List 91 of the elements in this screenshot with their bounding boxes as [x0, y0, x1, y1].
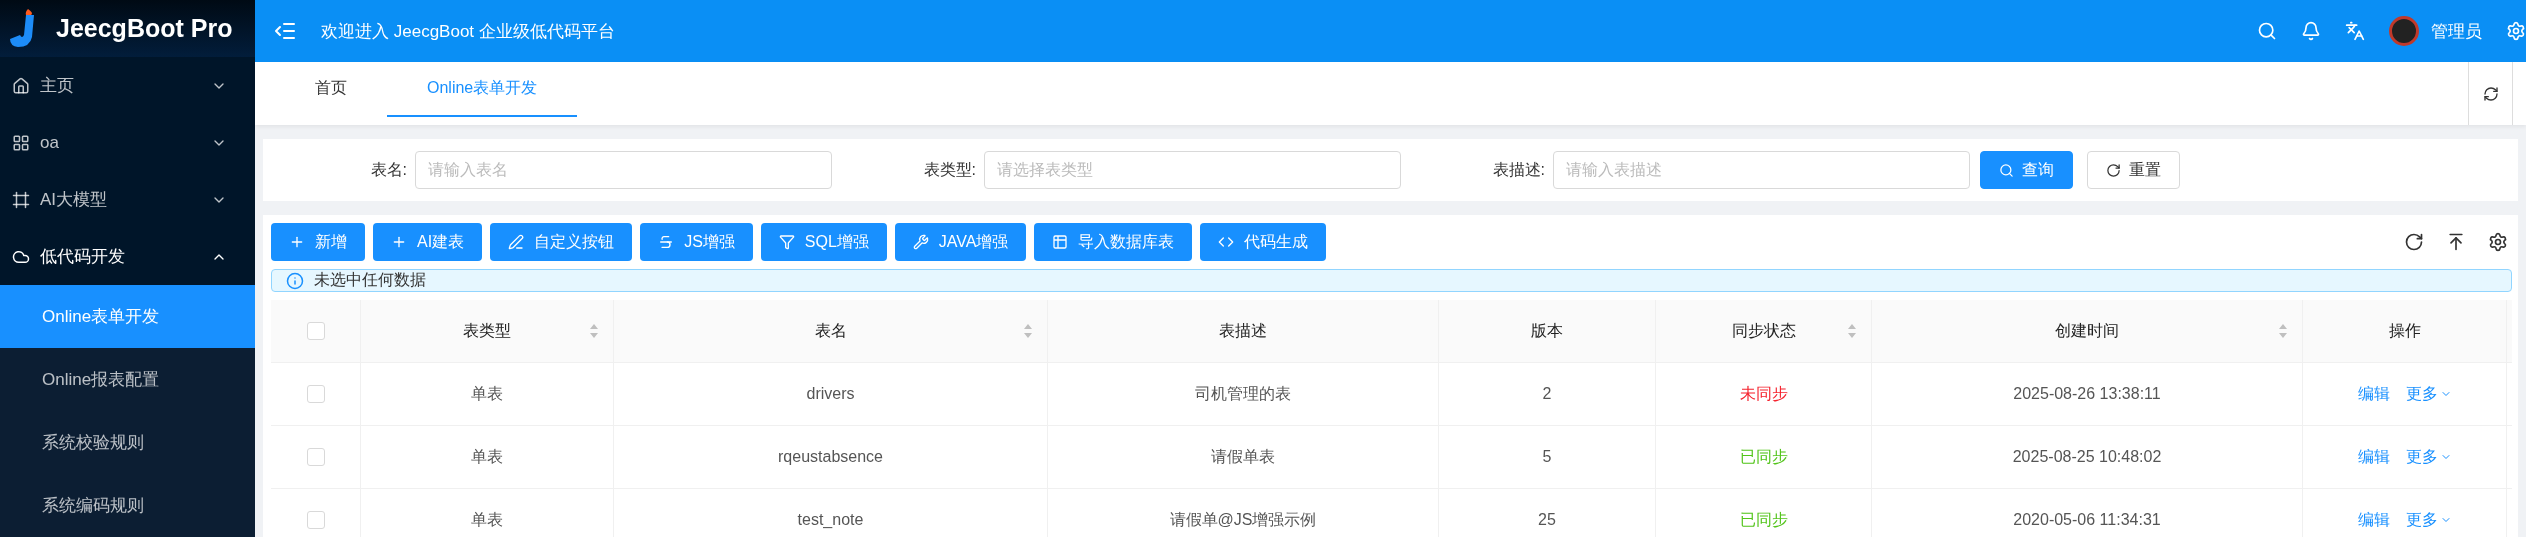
table-cell-text: 请假单@JS增强示例 [1169, 509, 1317, 530]
table-cell: 5 [1542, 448, 1552, 466]
input-field[interactable]: 请输入表名 [415, 151, 832, 189]
toolbar-button[interactable]: 导入数据库表 [1034, 223, 1193, 261]
avatar [2389, 16, 2419, 46]
input-field[interactable]: 请选择表类型 [984, 151, 1401, 189]
column-header: 创建时间 [2055, 320, 2119, 341]
settings-icon[interactable] [2488, 232, 2508, 252]
submenu-item[interactable]: 系统校验规则 [0, 411, 255, 474]
reset-button[interactable]: 重置 [2087, 151, 2180, 189]
toolbar-button[interactable]: JAVA增强 [894, 223, 1027, 261]
menu-item[interactable]: oa [0, 114, 255, 171]
plus-icon [289, 234, 305, 250]
submenu-item[interactable]: 系统编码规则 [0, 474, 255, 537]
edit-link[interactable]: 编辑 [2357, 446, 2390, 468]
home-icon [12, 76, 30, 95]
column-header: 表名 [814, 320, 847, 341]
table-cell-text: 司机管理的表 [1195, 383, 1291, 404]
table-icon [1052, 234, 1069, 250]
more-link[interactable]: 更多 [2405, 509, 2452, 531]
user-name: 管理员 [2431, 20, 2482, 43]
more-link[interactable]: 更多 [2405, 446, 2452, 468]
alert-text: 未选中任何数据 [314, 270, 426, 290]
bell-icon[interactable] [2301, 21, 2321, 41]
search-icon[interactable] [2257, 21, 2277, 41]
checkbox[interactable] [306, 448, 325, 466]
table-cell-text: 单表 [471, 446, 503, 467]
checkbox[interactable] [306, 322, 325, 340]
code-icon [1218, 234, 1235, 250]
sort-icon [1023, 323, 1033, 339]
column-height-icon[interactable] [2446, 232, 2466, 252]
header-title: 欢迎进入 JeecgBoot 企业级低代码平台 [321, 20, 616, 43]
toolbar-button[interactable]: SQL增强 [760, 223, 887, 261]
table-cell: drivers [806, 385, 855, 403]
plus-icon [391, 234, 407, 250]
more-link[interactable]: 更多 [2405, 383, 2452, 405]
query-button[interactable]: 查询 [1980, 151, 2073, 189]
toolbar-button[interactable]: 代码生成 [1200, 223, 1327, 261]
edit-link[interactable]: 编辑 [2357, 509, 2390, 531]
submenu-item[interactable]: Online报表配置 [0, 348, 255, 411]
table-cell-text: 请假单表 [1211, 446, 1275, 467]
sync-status: 已同步 [1739, 509, 1788, 530]
pen-icon [508, 234, 525, 250]
table-cell: 2 [1542, 385, 1552, 403]
toolbar-button[interactable]: AI建表 [373, 223, 483, 261]
table-cell: 2025-08-25 10:48:02 [2012, 448, 2162, 466]
field-label: 表名: [369, 159, 408, 180]
submenu-item[interactable]: Online表单开发 [0, 285, 255, 348]
info-icon [286, 271, 304, 290]
table-cell-text: 单表 [471, 383, 503, 404]
table-cell: 25 [1538, 511, 1556, 529]
sort-icon [1847, 323, 1857, 339]
checkbox[interactable] [306, 511, 325, 529]
wrench-icon [912, 234, 929, 250]
input-field[interactable]: 请输入表描述 [1553, 151, 1970, 189]
tab[interactable]: 首页 [275, 62, 387, 117]
toolbar-button[interactable]: JS增强 [640, 223, 753, 261]
grid-icon [12, 133, 30, 152]
column-header: 表描述 [1219, 320, 1267, 341]
column-header: 表类型 [463, 320, 511, 341]
filter-icon [778, 234, 795, 250]
reload-icon [2106, 162, 2121, 178]
field-label: 表描述: [1491, 159, 1546, 180]
table-cell: test_note [797, 511, 864, 529]
menu-item[interactable]: AI大模型 [0, 171, 255, 228]
tab[interactable]: Online表单开发 [387, 62, 578, 117]
menu-item[interactable]: 低代码开发 [0, 228, 255, 285]
toolbar-button[interactable]: 自定义按钮 [490, 223, 633, 261]
frame-icon [12, 190, 30, 209]
toolbar-button[interactable]: 新增 [271, 223, 365, 261]
refresh-icon [2482, 85, 2499, 102]
sync-status: 已同步 [1739, 446, 1788, 467]
search-icon [1999, 162, 2014, 178]
strikethrough-icon [658, 234, 675, 250]
table-cell: 2020-05-06 11:34:31 [2013, 511, 2161, 529]
table-cell-text: 单表 [471, 509, 503, 530]
checkbox[interactable] [306, 385, 325, 403]
table-cell: rqeustabsence [778, 448, 883, 466]
sort-icon [589, 323, 599, 339]
reload-icon[interactable] [2404, 232, 2424, 252]
field-label: 表类型: [922, 159, 977, 180]
table-cell: 2025-08-26 13:38:11 [2013, 385, 2161, 403]
column-header: 版本 [1531, 320, 1563, 341]
sync-status: 未同步 [1739, 383, 1788, 404]
brand-name: JeecgBoot Pro [56, 14, 233, 43]
translate-icon[interactable] [2345, 21, 2365, 41]
sort-icon [2278, 323, 2288, 339]
edit-link[interactable]: 编辑 [2357, 383, 2390, 405]
column-header: 同步状态 [1731, 320, 1796, 341]
menu-item[interactable]: 主页 [0, 57, 255, 114]
column-header: 操作 [2388, 320, 2421, 341]
